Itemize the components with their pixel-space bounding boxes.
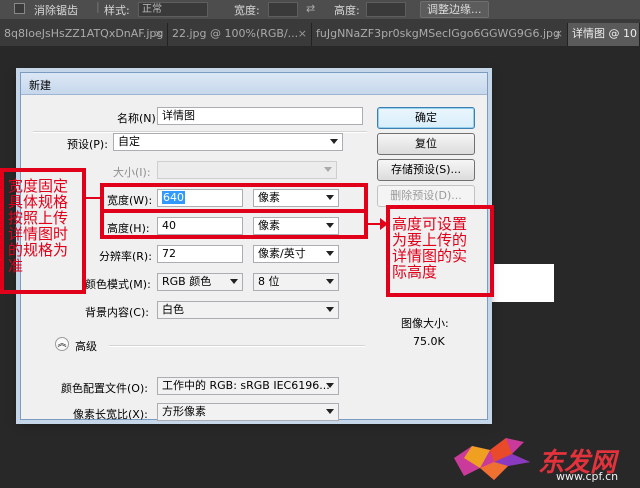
close-icon[interactable]: ×	[554, 23, 563, 44]
right-annotation-text: 高度可设置 为要上传的 详情图的实 际高度	[392, 215, 468, 281]
watermark-logo-icon	[454, 438, 530, 480]
ok-button[interactable]: 确定	[377, 107, 475, 129]
anti-alias-checkbox[interactable]	[14, 3, 25, 14]
refine-edge-button[interactable]: 调整边缘...	[420, 1, 489, 18]
delete-preset-button[interactable]: 删除预设(D)...	[377, 185, 475, 207]
width-label: 宽度:	[234, 4, 260, 17]
tab-document-4[interactable]: 详情图 @ 10	[568, 23, 640, 46]
document-tab-bar: 8q8IoeJsHsZZ1ATQxDnAF.jpg × 22.jpg @ 100%…	[0, 20, 640, 46]
options-bar: 消除锯齿 | 样式: 正常 宽度: ⇄ 高度: 调整边缘...	[0, 0, 640, 20]
chevron-down-icon	[230, 279, 238, 284]
chevron-down-icon	[326, 307, 334, 312]
watermark-url: www.cpf.cn	[556, 470, 619, 483]
preset-select[interactable]: 自定	[113, 133, 343, 151]
resolution-label: 分辨率(R):	[99, 250, 152, 263]
reset-button[interactable]: 复位	[377, 133, 475, 155]
chevron-down-icon	[330, 139, 338, 144]
width-field[interactable]	[268, 2, 298, 17]
background-select[interactable]: 白色	[157, 301, 339, 319]
color-mode-label: 颜色模式(M):	[85, 278, 151, 291]
preset-label: 预设(P):	[67, 138, 108, 151]
height-label: 高度:	[334, 4, 360, 17]
name-label: 名称(N):	[117, 112, 160, 125]
color-mode-select[interactable]: RGB 颜色	[157, 273, 243, 291]
style-select[interactable]: 正常	[138, 2, 208, 17]
advanced-label: 高级	[75, 340, 97, 353]
tab-document-1[interactable]: 8q8IoeJsHsZZ1ATQxDnAF.jpg ×	[0, 23, 168, 46]
image-size-value: 75.0K	[413, 335, 445, 348]
style-label: 样式:	[104, 4, 130, 17]
chevron-double-up-icon[interactable]: ︽	[55, 337, 69, 351]
size-select[interactable]	[157, 161, 337, 179]
name-input[interactable]: 详情图	[157, 107, 363, 125]
resolution-unit-select[interactable]: 像素/英寸	[253, 245, 339, 263]
save-preset-button[interactable]: 存储预设(S)...	[377, 159, 475, 181]
color-profile-label: 颜色配置文件(O):	[61, 382, 148, 395]
anti-alias-label: 消除锯齿	[34, 4, 78, 17]
left-arrow-line	[86, 197, 104, 199]
size-label: 大小(I):	[113, 166, 151, 179]
dialog-titlebar[interactable]: 新建	[21, 73, 487, 95]
left-annotation-text: 宽度固定 具体规格 按照上传 详情图时 的规格为 准	[8, 177, 69, 275]
pixel-aspect-select[interactable]: 方形像素	[157, 403, 339, 421]
height-highlight-box	[100, 209, 368, 239]
chevron-down-icon	[324, 167, 332, 172]
resolution-input[interactable]: 72	[157, 245, 243, 263]
chevron-down-icon	[326, 279, 334, 284]
height-field[interactable]	[366, 2, 406, 17]
close-icon[interactable]: ×	[298, 23, 307, 44]
swap-icon[interactable]: ⇄	[306, 2, 315, 15]
tab-document-3[interactable]: fuJgNNaZF3pr0skgMSecIGgo6GGWG9G6.jpg ×	[312, 23, 568, 46]
dialog-title: 新建	[29, 79, 51, 92]
document-canvas[interactable]	[486, 264, 554, 302]
chevron-down-icon	[326, 383, 334, 388]
color-profile-select[interactable]: 工作中的 RGB: sRGB IEC6196...	[157, 377, 339, 395]
chevron-down-icon	[326, 409, 334, 414]
tab-document-2[interactable]: 22.jpg @ 100%(RGB/... ×	[168, 23, 312, 46]
bit-depth-select[interactable]: 8 位	[253, 273, 339, 291]
pixel-aspect-label: 像素长宽比(X):	[73, 408, 148, 421]
chevron-down-icon	[326, 251, 334, 256]
image-size-label: 图像大小:	[401, 317, 449, 330]
close-icon[interactable]: ×	[154, 23, 163, 44]
right-arrow-head	[380, 218, 388, 230]
background-label: 背景内容(C):	[85, 306, 149, 319]
